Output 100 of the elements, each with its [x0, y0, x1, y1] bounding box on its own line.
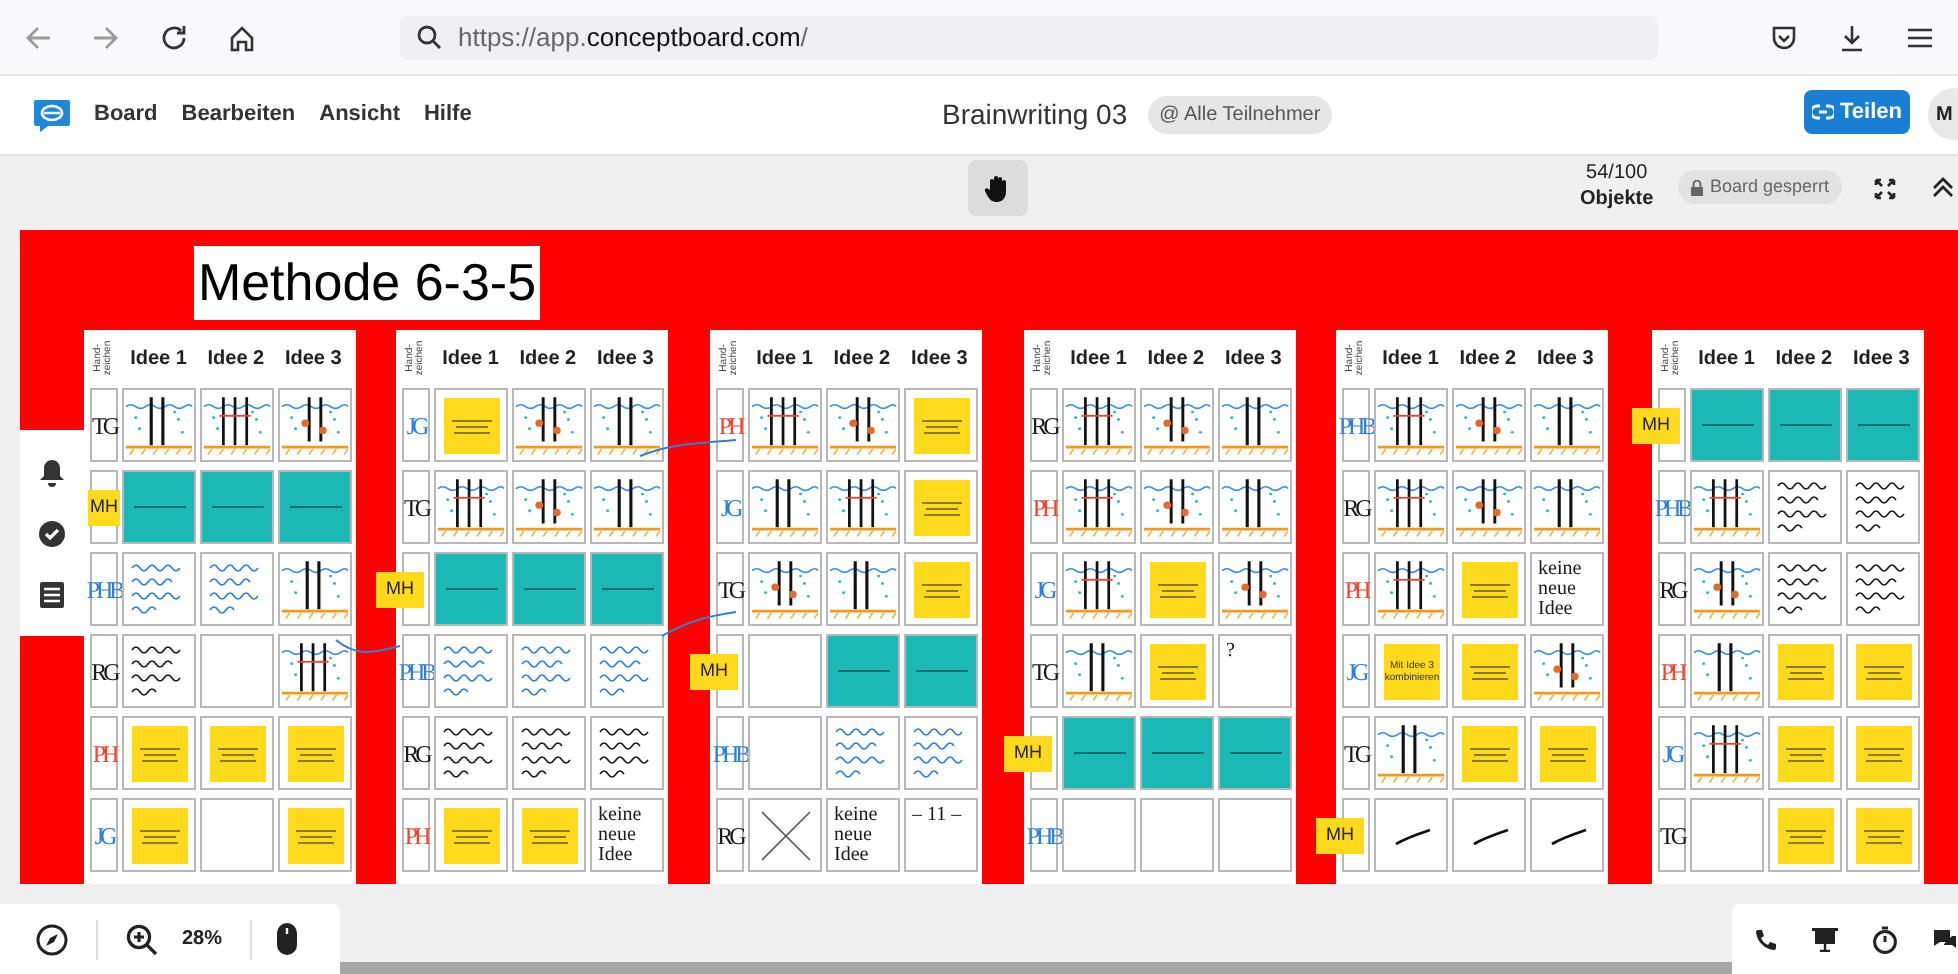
scrollbar[interactable] [340, 962, 1732, 974]
column-header: Idee 1 [754, 345, 815, 373]
column-header: Idee 1 [128, 345, 189, 373]
handwritten-initials: JG [1346, 659, 1366, 683]
sticky-note[interactable] [132, 808, 188, 864]
sticky-note[interactable] [210, 726, 266, 782]
back-icon[interactable] [24, 23, 52, 51]
app-logo[interactable] [32, 97, 72, 133]
sticky-note[interactable] [1856, 726, 1912, 782]
sticky-note[interactable] [288, 726, 344, 782]
column-header: Idee 2 [1145, 345, 1207, 373]
initials-sticker[interactable]: MH [1632, 408, 1680, 444]
list-icon[interactable] [40, 581, 64, 608]
handwritten-initials: JG [94, 823, 114, 847]
menu-icon[interactable] [1906, 23, 1934, 51]
timer-icon[interactable] [1872, 925, 1898, 953]
object-count: 54/100 [1586, 160, 1648, 186]
initials-sticker[interactable]: MH [376, 572, 424, 608]
mouse-icon[interactable] [276, 922, 299, 956]
menu-item[interactable]: Ansicht [319, 98, 400, 132]
sticky-note[interactable] [1856, 644, 1912, 700]
handwritten-initials: RG [91, 659, 117, 683]
handwritten-initials: PHB [712, 741, 748, 765]
handwritten-initials: PH [718, 413, 742, 437]
sticky-note[interactable] [914, 398, 970, 454]
pocket-icon[interactable] [1770, 23, 1798, 51]
sticky-note[interactable] [288, 808, 344, 864]
sticky-note[interactable] [1150, 562, 1206, 618]
menu-item[interactable]: Board [94, 98, 158, 132]
forward-icon[interactable] [92, 23, 120, 51]
handwritten-initials: PH [1660, 659, 1684, 683]
initials-sticker[interactable]: MH [1316, 818, 1364, 854]
audience-chip[interactable]: @ Alle Teilnehmer [1147, 96, 1333, 134]
idea-cell [1140, 798, 1214, 872]
zoom-in-icon[interactable] [126, 923, 158, 955]
sticky-note[interactable] [444, 398, 500, 454]
handwritten-initials: TG [1660, 823, 1684, 847]
idea-cell [748, 634, 822, 708]
handwritten-initials: RG [717, 823, 743, 847]
search-icon [416, 24, 442, 50]
url-text: https://app.conceptboard.com/ [458, 19, 808, 56]
phone-icon[interactable] [1754, 927, 1778, 951]
column-header: Idee 2 [831, 345, 893, 373]
handwritten-initials: PHB [1338, 413, 1374, 437]
share-button[interactable]: Teilen [1804, 90, 1910, 134]
fullscreen-icon[interactable] [1874, 178, 1896, 200]
handwritten-initials: JG [720, 495, 740, 519]
sticky-note[interactable] [1778, 808, 1834, 864]
column-header: Idee 3 [1534, 345, 1596, 373]
sticky-note[interactable] [522, 808, 578, 864]
sticky-note[interactable] [1462, 644, 1518, 700]
handwritten-initials: JG [1034, 577, 1054, 601]
collapse-icon[interactable] [1932, 176, 1954, 198]
reload-icon[interactable] [160, 23, 188, 51]
user-avatar[interactable]: M [1928, 88, 1958, 140]
handwritten-initials: PH [92, 741, 116, 765]
handwritten-text: keine neue Idee [598, 806, 644, 866]
sticky-note[interactable] [914, 480, 970, 536]
bell-icon[interactable] [38, 458, 66, 489]
column-header: Idee 2 [517, 345, 579, 373]
sticky-note[interactable] [914, 562, 970, 618]
board-locked-chip[interactable]: Board gesperrt [1678, 170, 1842, 204]
handwritten-initials: PH [1032, 495, 1056, 519]
home-icon[interactable] [228, 23, 256, 51]
presentation-icon[interactable] [1812, 927, 1838, 951]
initials-sticker[interactable]: MH [690, 654, 738, 690]
handwritten-initials: TG [1344, 741, 1368, 765]
sticky-note[interactable] [1540, 726, 1596, 782]
handwritten-initials: PHB [1654, 495, 1690, 519]
column-header: Idee 2 [1457, 345, 1519, 373]
idea-cell [200, 798, 274, 872]
initials-sticker[interactable]: MH [88, 490, 120, 526]
sticky-note[interactable] [1150, 644, 1206, 700]
compass-icon[interactable] [36, 923, 68, 955]
handwritten-initials: PHB [86, 577, 122, 601]
handwritten-text: – 11 – [912, 806, 964, 826]
zoom-level[interactable]: 28% [182, 924, 223, 954]
column-header: Idee 3 [1850, 345, 1912, 373]
hand-tool-button[interactable] [968, 160, 1028, 216]
handwritten-initials: TG [718, 577, 742, 601]
download-icon[interactable] [1838, 23, 1866, 51]
check-circle-icon[interactable] [38, 520, 66, 549]
address-bar[interactable]: https://app.conceptboard.com/ [400, 15, 1658, 59]
sticky-note[interactable] [1462, 562, 1518, 618]
sticky-note[interactable] [1778, 644, 1834, 700]
menu-item[interactable]: Bearbeiten [181, 98, 296, 132]
sticky-note[interactable] [132, 726, 188, 782]
chat-icon[interactable] [1932, 927, 1958, 951]
handwritten-initials: RG [1031, 413, 1057, 437]
initials-sticker[interactable]: MH [1004, 736, 1052, 772]
menu-item[interactable]: Hilfe [423, 98, 472, 132]
sticky-note[interactable] [1778, 726, 1834, 782]
handwritten-initials: RG [1343, 495, 1369, 519]
sticky-note[interactable] [1856, 808, 1912, 864]
sticky-note[interactable] [444, 808, 500, 864]
handwritten-initials: JG [406, 413, 426, 437]
sticky-note[interactable] [1462, 726, 1518, 782]
handwritten-initials: PH [404, 823, 428, 847]
cross-mark [760, 810, 812, 862]
handwritten-initials: TG [404, 495, 428, 519]
